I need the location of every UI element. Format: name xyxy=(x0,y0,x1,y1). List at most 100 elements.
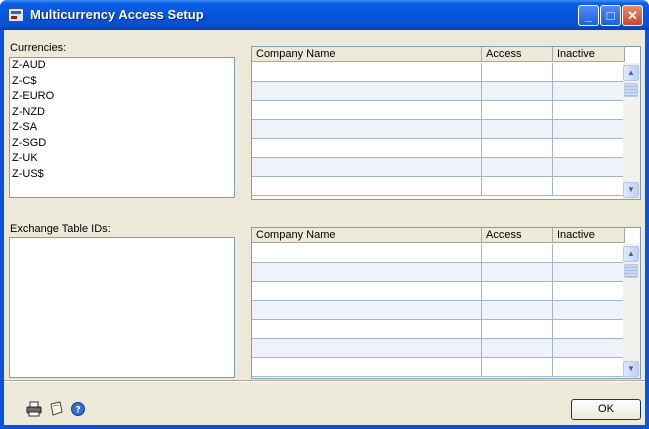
table-row[interactable] xyxy=(252,301,625,320)
table-row[interactable] xyxy=(252,263,625,282)
company-name-cell[interactable] xyxy=(252,177,482,195)
inactive-cell[interactable] xyxy=(553,263,625,281)
company-name-cell[interactable] xyxy=(252,120,482,138)
scroll-thumb[interactable] xyxy=(624,83,638,97)
company-name-cell[interactable] xyxy=(252,244,482,262)
access-cell[interactable] xyxy=(482,82,553,100)
table-row[interactable] xyxy=(252,282,625,301)
inactive-cell[interactable] xyxy=(553,320,625,338)
column-header-access[interactable]: Access xyxy=(482,47,553,62)
table-row[interactable] xyxy=(252,101,625,120)
inactive-cell[interactable] xyxy=(553,339,625,357)
company-name-cell[interactable] xyxy=(252,101,482,119)
list-item[interactable]: Z-AUD xyxy=(10,58,234,74)
inactive-cell[interactable] xyxy=(553,177,625,195)
list-item[interactable]: Z-SGD xyxy=(10,136,234,152)
table-row[interactable] xyxy=(252,320,625,339)
exchange-table-ids-listbox[interactable] xyxy=(9,237,235,378)
list-item[interactable]: Z-UK xyxy=(10,151,234,167)
exchange-table-access-grid[interactable]: Company Name Access Inactive ▲ ▼ xyxy=(251,227,641,379)
inactive-cell[interactable] xyxy=(553,301,625,319)
column-header-inactive[interactable]: Inactive xyxy=(553,47,625,62)
company-name-cell[interactable] xyxy=(252,320,482,338)
currency-grid-rows xyxy=(252,63,625,196)
maximize-button[interactable]: □ xyxy=(600,5,621,26)
inactive-cell[interactable] xyxy=(553,244,625,262)
title-bar[interactable]: Multicurrency Access Setup _ □ ✕ xyxy=(0,0,649,30)
access-cell[interactable] xyxy=(482,339,553,357)
ok-button[interactable]: OK xyxy=(571,399,641,420)
inactive-cell[interactable] xyxy=(553,63,625,81)
column-header-inactive[interactable]: Inactive xyxy=(553,228,625,243)
access-cell[interactable] xyxy=(482,158,553,176)
access-cell[interactable] xyxy=(482,282,553,300)
list-item[interactable]: Z-NZD xyxy=(10,105,234,121)
access-cell[interactable] xyxy=(482,177,553,195)
window-frame: Multicurrency Access Setup _ □ ✕ Currenc… xyxy=(0,0,649,429)
access-cell[interactable] xyxy=(482,263,553,281)
company-name-cell[interactable] xyxy=(252,339,482,357)
currency-grid-scrollbar[interactable]: ▲ ▼ xyxy=(623,63,640,199)
list-item[interactable]: Z-C$ xyxy=(10,74,234,90)
inactive-cell[interactable] xyxy=(553,120,625,138)
list-item[interactable]: Z-EURO xyxy=(10,89,234,105)
access-cell[interactable] xyxy=(482,320,553,338)
column-header-access[interactable]: Access xyxy=(482,228,553,243)
inactive-cell[interactable] xyxy=(553,101,625,119)
scroll-up-icon[interactable]: ▲ xyxy=(623,65,639,81)
inactive-cell[interactable] xyxy=(553,358,625,376)
table-row[interactable] xyxy=(252,158,625,177)
column-header-company-name[interactable]: Company Name xyxy=(252,228,482,243)
company-name-cell[interactable] xyxy=(252,139,482,157)
note-icon[interactable] xyxy=(48,401,64,417)
company-name-cell[interactable] xyxy=(252,82,482,100)
table-row[interactable] xyxy=(252,120,625,139)
access-cell[interactable] xyxy=(482,139,553,157)
exchange-grid-header: Company Name Access Inactive xyxy=(252,228,625,243)
access-cell[interactable] xyxy=(482,63,553,81)
company-name-cell[interactable] xyxy=(252,301,482,319)
currencies-label: Currencies: xyxy=(10,42,67,54)
close-button[interactable]: ✕ xyxy=(622,5,643,26)
currencies-listbox[interactable]: Z-AUD Z-C$ Z-EURO Z-NZD Z-SA Z-SGD Z-UK Z-US$ xyxy=(9,57,235,198)
inactive-cell[interactable] xyxy=(553,282,625,300)
table-row[interactable] xyxy=(252,63,625,82)
app-window-icon xyxy=(8,8,24,22)
minimize-button[interactable]: _ xyxy=(578,5,599,26)
table-row[interactable] xyxy=(252,139,625,158)
dialog-body: Currencies: Z-AUD Z-C$ Z-EURO Z-NZD Z-SA Z-SG… xyxy=(4,30,645,425)
access-cell[interactable] xyxy=(482,358,553,376)
table-row[interactable] xyxy=(252,82,625,101)
access-cell[interactable] xyxy=(482,244,553,262)
table-row[interactable] xyxy=(252,358,625,377)
list-item[interactable]: Z-SA xyxy=(10,120,234,136)
inactive-cell[interactable] xyxy=(553,139,625,157)
company-name-cell[interactable] xyxy=(252,263,482,281)
svg-text:?: ? xyxy=(75,406,80,416)
access-cell[interactable] xyxy=(482,101,553,119)
company-name-cell[interactable] xyxy=(252,358,482,376)
table-row[interactable] xyxy=(252,244,625,263)
scroll-down-icon[interactable]: ▼ xyxy=(623,182,639,198)
help-icon[interactable]: ? xyxy=(70,401,86,417)
window-title: Multicurrency Access Setup xyxy=(30,7,204,22)
list-item[interactable]: Z-US$ xyxy=(10,167,234,183)
company-name-cell[interactable] xyxy=(252,282,482,300)
table-row[interactable] xyxy=(252,339,625,358)
exchange-grid-rows xyxy=(252,244,625,377)
exchange-grid-scrollbar[interactable]: ▲ ▼ xyxy=(623,244,640,378)
company-name-cell[interactable] xyxy=(252,158,482,176)
access-cell[interactable] xyxy=(482,301,553,319)
column-header-company-name[interactable]: Company Name xyxy=(252,47,482,62)
scroll-down-icon[interactable]: ▼ xyxy=(623,361,639,377)
company-name-cell[interactable] xyxy=(252,63,482,81)
access-cell[interactable] xyxy=(482,120,553,138)
currency-grid-header: Company Name Access Inactive xyxy=(252,47,625,62)
scroll-thumb[interactable] xyxy=(624,264,638,278)
scroll-up-icon[interactable]: ▲ xyxy=(623,246,639,262)
table-row[interactable] xyxy=(252,177,625,196)
inactive-cell[interactable] xyxy=(553,158,625,176)
inactive-cell[interactable] xyxy=(553,82,625,100)
printer-icon[interactable] xyxy=(26,401,42,417)
currency-access-grid[interactable]: Company Name Access Inactive ▲ ▼ xyxy=(251,46,641,200)
